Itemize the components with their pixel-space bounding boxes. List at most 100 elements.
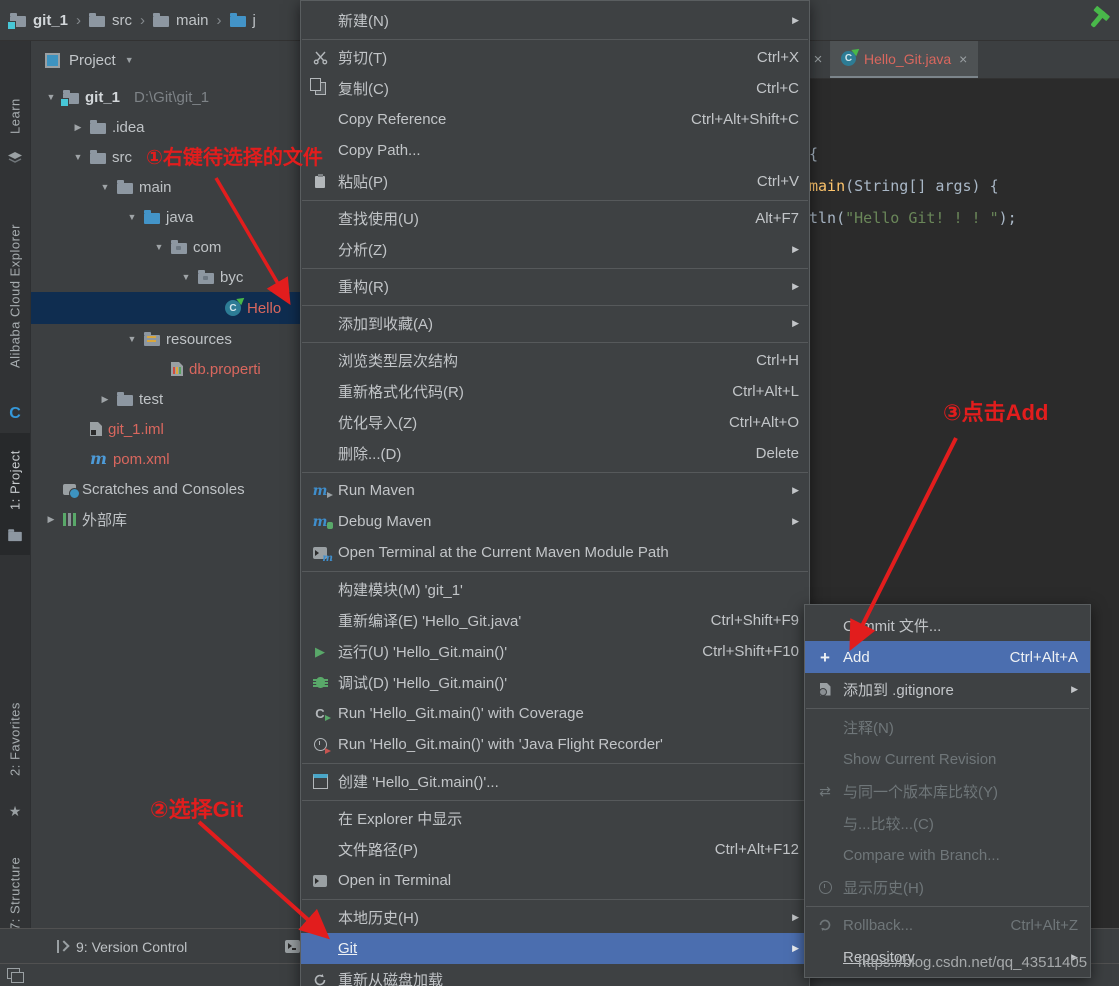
context-menu: 新建(N) ▶ 剪切(T) Ctrl+X 复制(C) Ctrl+C Copy R… xyxy=(300,0,810,986)
menu-item-run-with-jfr[interactable]: Run 'Hello_Git.main()' with 'Java Flight… xyxy=(301,729,809,760)
menu-item-debug-maven[interactable]: m Debug Maven ▶ xyxy=(301,506,809,537)
version-control-icon xyxy=(55,939,68,954)
menu-item-create-run-config[interactable]: 创建 'Hello_Git.main()'... xyxy=(301,766,809,797)
menu-item-local-history[interactable]: 本地历史(H) ▶ xyxy=(301,902,809,933)
build-hammer-icon[interactable] xyxy=(1085,5,1113,40)
stripe-alibaba-cloud-explorer[interactable]: Alibaba Cloud Explorer xyxy=(0,191,30,401)
submenu-arrow-icon: ▶ xyxy=(792,912,799,922)
menu-item-run-main[interactable]: ▶ 运行(U) 'Hello_Git.main()' Ctrl+Shift+F1… xyxy=(301,636,809,667)
version-control-button[interactable]: 9: Version Control xyxy=(55,939,187,955)
menu-item-add-to-favorites[interactable]: 添加到收藏(A) ▶ xyxy=(301,308,809,339)
tree-collapsed-icon[interactable]: ▶ xyxy=(72,122,84,133)
coverage-icon: C xyxy=(315,706,332,721)
tree-expanded-icon[interactable]: ▼ xyxy=(72,152,84,162)
annotation-step3: ③点击Add xyxy=(943,400,1049,425)
cut-icon xyxy=(310,50,330,65)
debug-maven-icon: m xyxy=(310,515,333,529)
menu-item-file-path[interactable]: 文件路径(P) Ctrl+Alt+F12 xyxy=(301,834,809,865)
menu-item-copy[interactable]: 复制(C) Ctrl+C xyxy=(301,73,809,104)
java-class-icon: C xyxy=(841,51,856,66)
stripe-favorites[interactable]: 2: Favorites xyxy=(0,681,30,797)
codota-icon[interactable]: C xyxy=(0,405,30,423)
breadcrumb-java[interactable]: j xyxy=(229,12,256,29)
menu-item-analyze[interactable]: 分析(Z) ▶ xyxy=(301,234,809,265)
submenu-item-compare-with-same-repo: ⇄ 与同一个版本库比较(Y) xyxy=(805,775,1090,807)
editor-tab-bar: × C Hello_Git.java × xyxy=(806,41,1119,79)
menu-separator xyxy=(302,800,808,801)
menu-separator xyxy=(302,571,808,572)
stripe-project-label: 1: Project xyxy=(7,450,23,510)
git-submenu: Commit 文件... + Add Ctrl+Alt+A 添加到 .gitig… xyxy=(804,604,1091,978)
plus-icon: + xyxy=(820,647,830,667)
gitignore-file-icon xyxy=(815,682,835,696)
tree-collapsed-icon[interactable]: ▶ xyxy=(45,514,57,525)
menu-item-find-usages[interactable]: 查找使用(U) Alt+F7 xyxy=(301,203,809,234)
tree-expanded-icon[interactable]: ▼ xyxy=(180,272,192,282)
menu-separator xyxy=(302,899,808,900)
stripe-project-active[interactable]: 1: Project xyxy=(0,433,30,555)
menu-item-new[interactable]: 新建(N) ▶ xyxy=(301,5,809,36)
module-path: D:\Git\git_1 xyxy=(134,88,210,106)
source-folder-icon xyxy=(229,12,246,27)
menu-item-run-maven[interactable]: m Run Maven ▶ xyxy=(301,475,809,506)
copy-icon xyxy=(309,78,330,95)
project-view-icon xyxy=(45,52,60,68)
breadcrumb-src[interactable]: src xyxy=(89,12,132,29)
dropdown-arrow-icon: ▼ xyxy=(124,55,134,65)
menu-item-cut[interactable]: 剪切(T) Ctrl+X xyxy=(301,42,809,73)
ide-window: git_1 › src › main › j Learn Alibaba Clo… xyxy=(0,0,1119,986)
scratches-icon xyxy=(63,483,80,499)
tree-expanded-icon[interactable]: ▼ xyxy=(45,92,57,102)
menu-item-copy-reference[interactable]: Copy Reference Ctrl+Alt+Shift+C xyxy=(301,104,809,135)
menu-item-git-selected[interactable]: Git ▶ xyxy=(301,933,809,964)
submenu-item-add-to-gitignore[interactable]: 添加到 .gitignore ▶ xyxy=(805,673,1090,705)
menu-separator xyxy=(302,200,808,201)
menu-item-run-with-coverage[interactable]: C Run 'Hello_Git.main()' with Coverage xyxy=(301,698,809,729)
menu-item-copy-path[interactable]: Copy Path... xyxy=(301,135,809,166)
favorites-star-icon: ★ xyxy=(8,803,22,819)
tree-expanded-icon[interactable]: ▼ xyxy=(99,182,111,192)
menu-item-open-in-terminal[interactable]: Open in Terminal xyxy=(301,865,809,896)
submenu-arrow-icon: ▶ xyxy=(792,281,799,291)
menu-item-build-module[interactable]: 构建模块(M) 'git_1' xyxy=(301,574,809,605)
menu-item-show-in-explorer[interactable]: 在 Explorer 中显示 xyxy=(301,803,809,834)
menu-item-reformat-code[interactable]: 重新格式化代码(R) Ctrl+Alt+L xyxy=(301,376,809,407)
package-icon xyxy=(171,239,187,254)
chevron-icon: › xyxy=(216,11,222,29)
terminal-maven-icon: m xyxy=(310,546,333,564)
menu-item-reload-from-disk[interactable]: 重新从磁盘加载 xyxy=(301,964,809,986)
terminal-icon xyxy=(285,940,301,953)
breadcrumb-main[interactable]: main xyxy=(153,12,209,29)
menu-item-open-terminal-maven-path[interactable]: m Open Terminal at the Current Maven Mod… xyxy=(301,537,809,568)
breadcrumb-module[interactable]: git_1 xyxy=(7,12,68,30)
menu-item-refactor[interactable]: 重构(R) ▶ xyxy=(301,271,809,302)
restore-layout-icon[interactable] xyxy=(7,968,24,983)
menu-separator xyxy=(302,472,808,473)
run-configuration-icon xyxy=(310,774,330,789)
flight-recorder-icon xyxy=(310,738,331,754)
sync-icon xyxy=(310,973,330,986)
chevron-icon: › xyxy=(140,11,146,29)
submenu-item-add-selected[interactable]: + Add Ctrl+Alt+A xyxy=(805,641,1090,673)
tab-close-icon[interactable]: × xyxy=(959,51,967,67)
menu-item-paste[interactable]: 粘贴(P) Ctrl+V xyxy=(301,166,809,197)
tree-collapsed-icon[interactable]: ▶ xyxy=(99,394,111,405)
tree-expanded-icon[interactable]: ▼ xyxy=(126,334,138,344)
submenu-item-rollback: Rollback... Ctrl+Alt+Z xyxy=(805,909,1090,941)
menu-item-recompile[interactable]: 重新编译(E) 'Hello_Git.java' Ctrl+Shift+F9 xyxy=(301,605,809,636)
menu-separator xyxy=(302,305,808,306)
java-class-icon: C xyxy=(225,300,241,316)
tree-expanded-icon[interactable]: ▼ xyxy=(153,242,165,252)
menu-item-delete[interactable]: 删除...(D) Delete xyxy=(301,438,809,469)
submenu-item-commit-file[interactable]: Commit 文件... xyxy=(805,609,1090,641)
tab-hello-git-java[interactable]: C Hello_Git.java × xyxy=(830,41,979,78)
menu-item-optimize-imports[interactable]: 优化导入(Z) Ctrl+Alt+O xyxy=(301,407,809,438)
run-icon: ▶ xyxy=(315,643,325,659)
menu-item-debug-main[interactable]: 调试(D) 'Hello_Git.main()' xyxy=(301,667,809,698)
submenu-arrow-icon: ▶ xyxy=(792,943,799,953)
code-line: tln("Hello Git! ! ! "); xyxy=(809,209,1017,227)
menu-separator xyxy=(302,39,808,40)
tree-expanded-icon[interactable]: ▼ xyxy=(126,212,138,222)
stripe-learn[interactable]: Learn xyxy=(0,87,30,145)
menu-item-browse-type-hierarchy[interactable]: 浏览类型层次结构 Ctrl+H xyxy=(301,345,809,376)
